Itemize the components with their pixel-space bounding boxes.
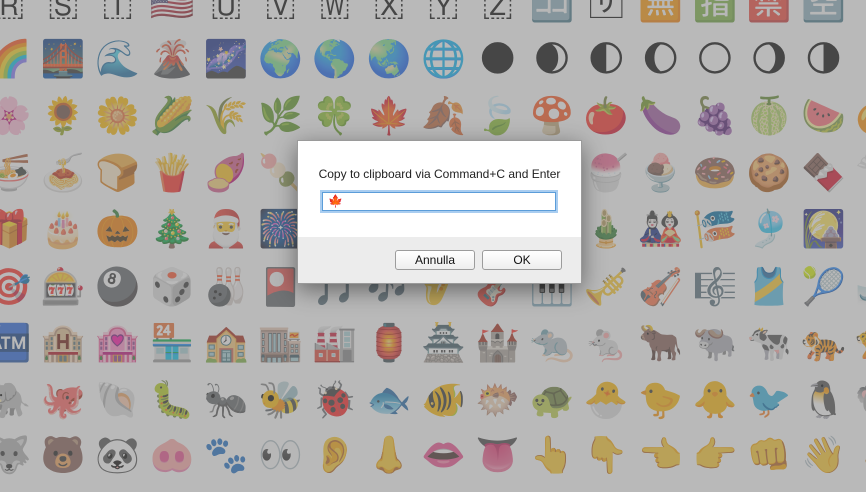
clipboard-input[interactable]: 🍁 [322, 192, 556, 211]
ok-button[interactable]: OK [482, 250, 562, 270]
dialog-body: Copy to clipboard via Command+C and Ente… [298, 141, 581, 237]
cancel-button[interactable]: Annulla [395, 250, 475, 270]
input-value: 🍁 [328, 194, 343, 208]
copy-dialog: Copy to clipboard via Command+C and Ente… [297, 140, 582, 284]
dialog-footer: Annulla OK [298, 237, 581, 285]
dialog-message: Copy to clipboard via Command+C and Ente… [318, 167, 561, 181]
